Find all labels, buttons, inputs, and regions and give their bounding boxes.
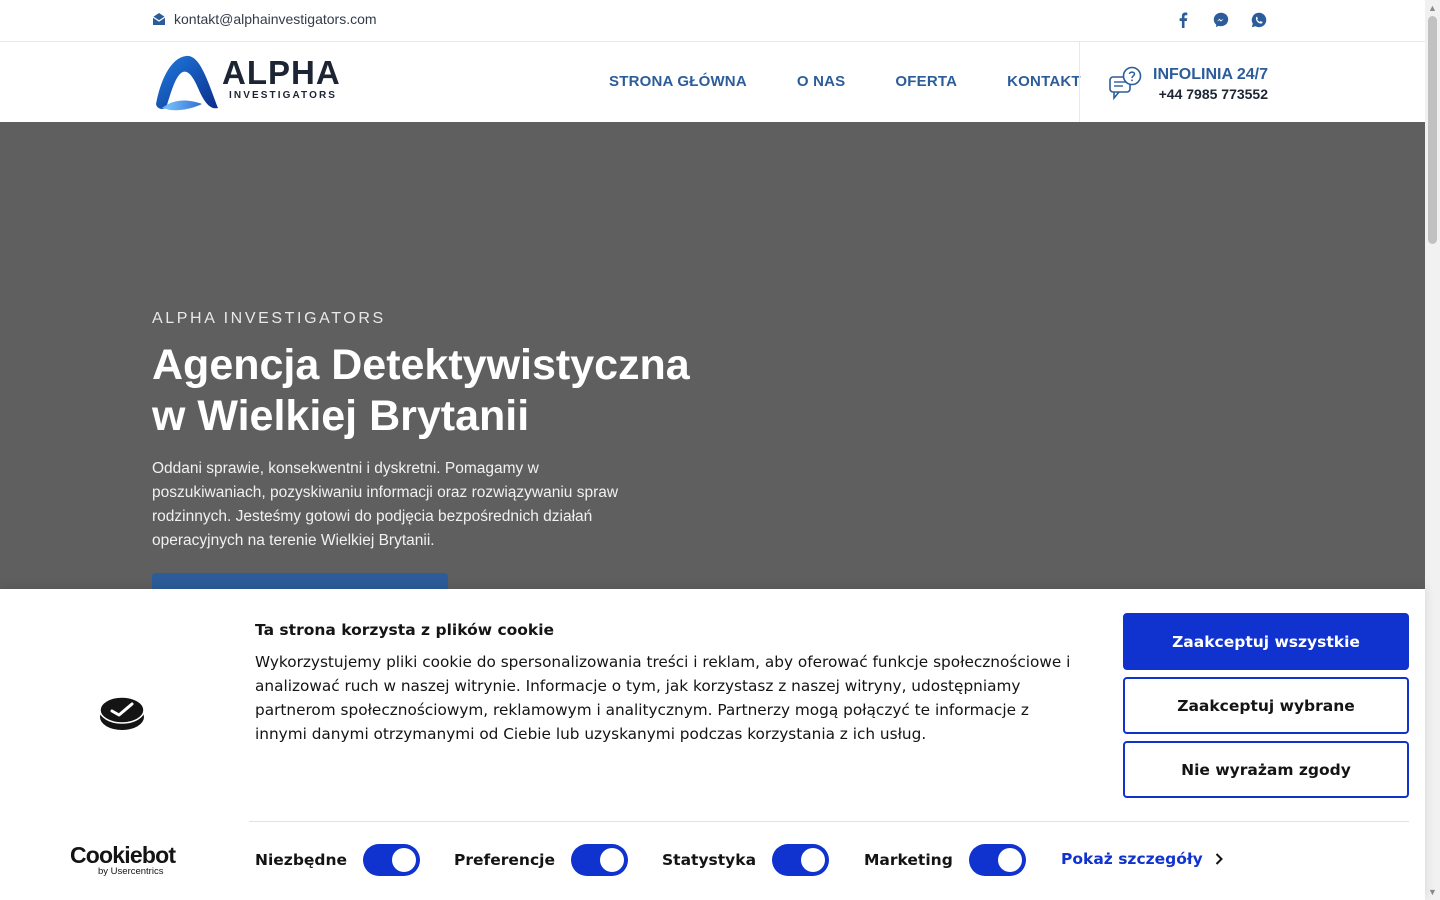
toggle-marketing-switch[interactable] xyxy=(968,844,1026,876)
cookiebot-logo-text: Cookiebot xyxy=(70,842,176,868)
envelope-icon xyxy=(152,13,166,25)
nav-item-about[interactable]: O NAS xyxy=(797,73,846,90)
chevron-right-icon xyxy=(1215,853,1223,865)
infoline[interactable]: INFOLINIA 24/7 +44 7985 773552 xyxy=(1108,64,1270,106)
logo-mark-icon xyxy=(156,55,218,111)
cookiebot-logo-subtext: by Usercentrics xyxy=(98,866,164,877)
cookiebot-logo[interactable]: Cookiebot by Usercentrics xyxy=(70,842,176,877)
hero-title-line2: w Wielkiej Brytanii xyxy=(152,392,530,440)
hero-title: Agencja Detektywistyczna w Wielkiej Bryt… xyxy=(152,340,752,442)
cookie-consent-banner: Cookiebot by Usercentrics Ta strona korz… xyxy=(0,589,1425,900)
social-links xyxy=(1170,9,1284,31)
main-header: ALPHA INVESTIGATORS STRONA GŁÓWNA O NAS … xyxy=(0,42,1425,122)
toggle-preferences-switch[interactable] xyxy=(570,844,628,876)
logo-word-alpha: ALPHA xyxy=(222,54,341,91)
hero-eyebrow: ALPHA INVESTIGATORS xyxy=(152,310,386,327)
site-logo[interactable]: ALPHA INVESTIGATORS xyxy=(152,52,342,112)
cookie-divider xyxy=(249,821,1409,822)
support-chat-icon xyxy=(1109,66,1142,101)
toggle-statistics-switch[interactable] xyxy=(772,844,830,876)
facebook-icon[interactable] xyxy=(1170,9,1196,31)
deny-button[interactable]: Nie wyrażam zgody xyxy=(1123,741,1409,798)
toggle-marketing: Marketing xyxy=(864,844,1026,876)
contact-email-text: kontakt@alphainvestigators.com xyxy=(174,11,377,27)
toggle-necessary-label: Niezbędne xyxy=(255,851,348,869)
toggle-necessary: Niezbędne xyxy=(255,844,421,876)
toggle-necessary-switch[interactable] xyxy=(363,844,421,876)
cookiebot-icon xyxy=(99,696,145,730)
infoline-phone[interactable]: +44 7985 773552 xyxy=(1159,86,1268,102)
show-details-link[interactable]: Pokaż szczegóły xyxy=(1061,850,1223,868)
nav-item-home[interactable]: STRONA GŁÓWNA xyxy=(609,73,747,90)
whatsapp-icon[interactable] xyxy=(1246,9,1272,31)
scroll-down-arrow-icon[interactable]: ▼ xyxy=(1428,887,1437,897)
toggle-preferences: Preferencje xyxy=(454,844,628,876)
hero-description: Oddani sprawie, konsekwentni i dyskretni… xyxy=(152,460,619,549)
infoline-title: INFOLINIA 24/7 xyxy=(1153,66,1268,83)
toggle-statistics-label: Statystyka xyxy=(662,851,757,869)
nav-item-offer[interactable]: OFERTA xyxy=(895,73,957,90)
header-divider xyxy=(1079,42,1080,122)
toggle-marketing-label: Marketing xyxy=(864,851,953,869)
nav-item-contact[interactable]: KONTAKT xyxy=(1007,73,1081,90)
toggle-statistics: Statystyka xyxy=(662,844,830,876)
messenger-icon[interactable] xyxy=(1208,9,1234,31)
hero-title-line1: Agencja Detektywistyczna xyxy=(152,341,690,389)
toggle-preferences-label: Preferencje xyxy=(454,851,555,869)
page-scrollbar[interactable]: ▲ ▼ xyxy=(1425,0,1440,900)
contact-email[interactable]: kontakt@alphainvestigators.com xyxy=(152,11,377,27)
accept-selected-button[interactable]: Zaakceptuj wybrane xyxy=(1123,677,1409,734)
scroll-up-arrow-icon[interactable]: ▲ xyxy=(1428,3,1437,13)
accept-all-button[interactable]: Zaakceptuj wszystkie xyxy=(1123,613,1409,670)
top-bar: kontakt@alphainvestigators.com xyxy=(0,0,1425,42)
scrollbar-thumb[interactable] xyxy=(1428,16,1437,244)
show-details-label: Pokaż szczegóły xyxy=(1061,850,1203,868)
logo-word-investigators: INVESTIGATORS xyxy=(229,90,338,101)
cookie-title: Ta strona korzysta z plików cookie xyxy=(255,621,555,639)
cookie-text: Wykorzystujemy pliki cookie do spersonal… xyxy=(255,653,1071,743)
main-nav: STRONA GŁÓWNA O NAS OFERTA KONTAKT xyxy=(609,73,1081,90)
